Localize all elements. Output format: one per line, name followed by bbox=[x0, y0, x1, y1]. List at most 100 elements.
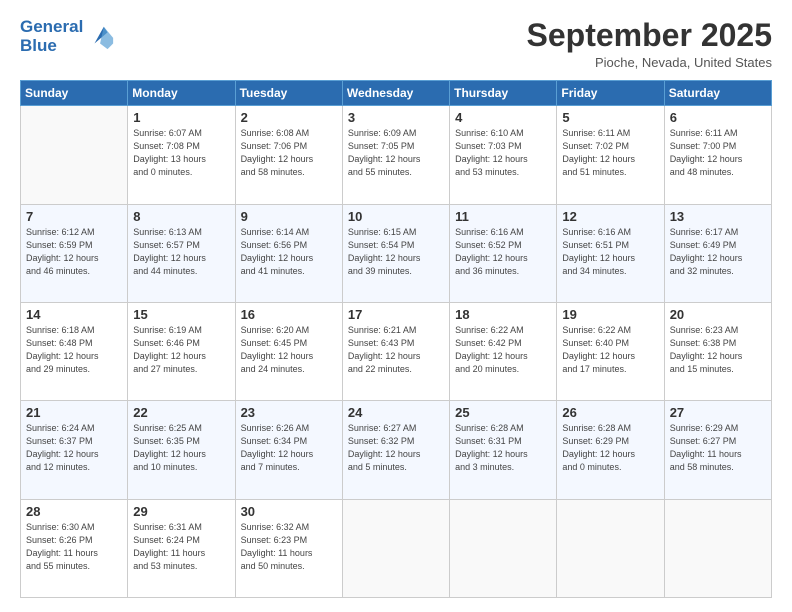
calendar-cell: 12 Sunrise: 6:16 AM Sunset: 6:51 PM Dayli… bbox=[557, 204, 664, 302]
calendar-cell: 7 Sunrise: 6:12 AM Sunset: 6:59 PM Daylig… bbox=[21, 204, 128, 302]
logo-icon bbox=[87, 23, 115, 51]
calendar-week-row: 7 Sunrise: 6:12 AM Sunset: 6:59 PM Daylig… bbox=[21, 204, 772, 302]
day-info: Sunrise: 6:10 AM Sunset: 7:03 PM Dayligh… bbox=[455, 127, 551, 179]
day-number: 23 bbox=[241, 405, 337, 420]
calendar-cell bbox=[450, 499, 557, 597]
logo-text: General Blue bbox=[20, 18, 83, 55]
day-number: 9 bbox=[241, 209, 337, 224]
day-number: 6 bbox=[670, 110, 766, 125]
day-info: Sunrise: 6:28 AM Sunset: 6:29 PM Dayligh… bbox=[562, 422, 658, 474]
calendar-cell: 17 Sunrise: 6:21 AM Sunset: 6:43 PM Dayli… bbox=[342, 302, 449, 400]
day-number: 8 bbox=[133, 209, 229, 224]
calendar-cell: 14 Sunrise: 6:18 AM Sunset: 6:48 PM Dayli… bbox=[21, 302, 128, 400]
calendar-cell: 23Sunrise: 6:26 AM Sunset: 6:34 PM Dayli… bbox=[235, 401, 342, 499]
calendar-week-row: 14 Sunrise: 6:18 AM Sunset: 6:48 PM Dayli… bbox=[21, 302, 772, 400]
day-info: Sunrise: 6:11 AM Sunset: 7:00 PM Dayligh… bbox=[670, 127, 766, 179]
day-info: Sunrise: 6:14 AM Sunset: 6:56 PM Dayligh… bbox=[241, 226, 337, 278]
calendar-table: SundayMondayTuesdayWednesdayThursdayFrid… bbox=[20, 80, 772, 598]
day-number: 18 bbox=[455, 307, 551, 322]
calendar-cell: 24Sunrise: 6:27 AM Sunset: 6:32 PM Dayli… bbox=[342, 401, 449, 499]
day-info: Sunrise: 6:21 AM Sunset: 6:43 PM Dayligh… bbox=[348, 324, 444, 376]
day-number: 27 bbox=[670, 405, 766, 420]
day-number: 10 bbox=[348, 209, 444, 224]
day-number: 15 bbox=[133, 307, 229, 322]
month-title: September 2025 bbox=[527, 18, 772, 53]
day-number: 28 bbox=[26, 504, 122, 519]
weekday-header: Saturday bbox=[664, 81, 771, 106]
calendar-cell: 25Sunrise: 6:28 AM Sunset: 6:31 PM Dayli… bbox=[450, 401, 557, 499]
calendar-header-row: SundayMondayTuesdayWednesdayThursdayFrid… bbox=[21, 81, 772, 106]
calendar-week-row: 1 Sunrise: 6:07 AM Sunset: 7:08 PM Daylig… bbox=[21, 106, 772, 204]
day-info: Sunrise: 6:19 AM Sunset: 6:46 PM Dayligh… bbox=[133, 324, 229, 376]
calendar-cell: 6 Sunrise: 6:11 AM Sunset: 7:00 PM Daylig… bbox=[664, 106, 771, 204]
day-info: Sunrise: 6:22 AM Sunset: 6:40 PM Dayligh… bbox=[562, 324, 658, 376]
calendar-cell: 11 Sunrise: 6:16 AM Sunset: 6:52 PM Dayli… bbox=[450, 204, 557, 302]
calendar-cell: 8 Sunrise: 6:13 AM Sunset: 6:57 PM Daylig… bbox=[128, 204, 235, 302]
calendar-cell: 1 Sunrise: 6:07 AM Sunset: 7:08 PM Daylig… bbox=[128, 106, 235, 204]
calendar-cell bbox=[342, 499, 449, 597]
day-info: Sunrise: 6:09 AM Sunset: 7:05 PM Dayligh… bbox=[348, 127, 444, 179]
calendar-cell: 9 Sunrise: 6:14 AM Sunset: 6:56 PM Daylig… bbox=[235, 204, 342, 302]
day-info: Sunrise: 6:32 AM Sunset: 6:23 PM Dayligh… bbox=[241, 521, 337, 573]
weekday-header: Wednesday bbox=[342, 81, 449, 106]
calendar-week-row: 28 Sunrise: 6:30 AM Sunset: 6:26 PM Dayli… bbox=[21, 499, 772, 597]
day-info: Sunrise: 6:20 AM Sunset: 6:45 PM Dayligh… bbox=[241, 324, 337, 376]
day-info: Sunrise: 6:18 AM Sunset: 6:48 PM Dayligh… bbox=[26, 324, 122, 376]
logo: General Blue bbox=[20, 18, 115, 55]
weekday-header: Tuesday bbox=[235, 81, 342, 106]
day-info: Sunrise: 6:31 AM Sunset: 6:24 PM Dayligh… bbox=[133, 521, 229, 573]
calendar-cell: 20 Sunrise: 6:23 AM Sunset: 6:38 PM Dayli… bbox=[664, 302, 771, 400]
day-number: 30 bbox=[241, 504, 337, 519]
day-number: 14 bbox=[26, 307, 122, 322]
calendar-cell: 30 Sunrise: 6:32 AM Sunset: 6:23 PM Dayli… bbox=[235, 499, 342, 597]
calendar-cell: 13Sunrise: 6:17 AM Sunset: 6:49 PM Dayli… bbox=[664, 204, 771, 302]
calendar-cell: 26Sunrise: 6:28 AM Sunset: 6:29 PM Dayli… bbox=[557, 401, 664, 499]
day-info: Sunrise: 6:16 AM Sunset: 6:52 PM Dayligh… bbox=[455, 226, 551, 278]
day-info: Sunrise: 6:23 AM Sunset: 6:38 PM Dayligh… bbox=[670, 324, 766, 376]
day-number: 12 bbox=[562, 209, 658, 224]
calendar-week-row: 21 Sunrise: 6:24 AM Sunset: 6:37 PM Dayli… bbox=[21, 401, 772, 499]
calendar-cell: 18 Sunrise: 6:22 AM Sunset: 6:42 PM Dayli… bbox=[450, 302, 557, 400]
day-number: 20 bbox=[670, 307, 766, 322]
day-info: Sunrise: 6:22 AM Sunset: 6:42 PM Dayligh… bbox=[455, 324, 551, 376]
calendar-cell: 3 Sunrise: 6:09 AM Sunset: 7:05 PM Daylig… bbox=[342, 106, 449, 204]
weekday-header: Monday bbox=[128, 81, 235, 106]
calendar-cell: 22 Sunrise: 6:25 AM Sunset: 6:35 PM Dayli… bbox=[128, 401, 235, 499]
calendar-cell: 16Sunrise: 6:20 AM Sunset: 6:45 PM Dayli… bbox=[235, 302, 342, 400]
calendar-cell: 4Sunrise: 6:10 AM Sunset: 7:03 PM Daylig… bbox=[450, 106, 557, 204]
day-number: 22 bbox=[133, 405, 229, 420]
calendar-cell: 28 Sunrise: 6:30 AM Sunset: 6:26 PM Dayli… bbox=[21, 499, 128, 597]
day-number: 19 bbox=[562, 307, 658, 322]
calendar-cell: 19 Sunrise: 6:22 AM Sunset: 6:40 PM Dayli… bbox=[557, 302, 664, 400]
day-number: 21 bbox=[26, 405, 122, 420]
day-number: 1 bbox=[133, 110, 229, 125]
day-info: Sunrise: 6:30 AM Sunset: 6:26 PM Dayligh… bbox=[26, 521, 122, 573]
calendar-cell: 29Sunrise: 6:31 AM Sunset: 6:24 PM Dayli… bbox=[128, 499, 235, 597]
day-info: Sunrise: 6:11 AM Sunset: 7:02 PM Dayligh… bbox=[562, 127, 658, 179]
day-number: 7 bbox=[26, 209, 122, 224]
location: Pioche, Nevada, United States bbox=[527, 55, 772, 70]
day-number: 17 bbox=[348, 307, 444, 322]
day-info: Sunrise: 6:07 AM Sunset: 7:08 PM Dayligh… bbox=[133, 127, 229, 179]
calendar-cell: 15 Sunrise: 6:19 AM Sunset: 6:46 PM Dayli… bbox=[128, 302, 235, 400]
day-number: 2 bbox=[241, 110, 337, 125]
calendar-cell: 21 Sunrise: 6:24 AM Sunset: 6:37 PM Dayli… bbox=[21, 401, 128, 499]
day-number: 3 bbox=[348, 110, 444, 125]
day-number: 13 bbox=[670, 209, 766, 224]
calendar-cell bbox=[21, 106, 128, 204]
day-info: Sunrise: 6:13 AM Sunset: 6:57 PM Dayligh… bbox=[133, 226, 229, 278]
page: General Blue September 2025 Pioche, Neva… bbox=[0, 0, 792, 612]
title-block: September 2025 Pioche, Nevada, United St… bbox=[527, 18, 772, 70]
day-info: Sunrise: 6:24 AM Sunset: 6:37 PM Dayligh… bbox=[26, 422, 122, 474]
day-info: Sunrise: 6:12 AM Sunset: 6:59 PM Dayligh… bbox=[26, 226, 122, 278]
day-number: 11 bbox=[455, 209, 551, 224]
day-info: Sunrise: 6:25 AM Sunset: 6:35 PM Dayligh… bbox=[133, 422, 229, 474]
day-number: 5 bbox=[562, 110, 658, 125]
day-info: Sunrise: 6:16 AM Sunset: 6:51 PM Dayligh… bbox=[562, 226, 658, 278]
weekday-header: Sunday bbox=[21, 81, 128, 106]
day-info: Sunrise: 6:08 AM Sunset: 7:06 PM Dayligh… bbox=[241, 127, 337, 179]
day-number: 24 bbox=[348, 405, 444, 420]
day-info: Sunrise: 6:28 AM Sunset: 6:31 PM Dayligh… bbox=[455, 422, 551, 474]
calendar-cell bbox=[557, 499, 664, 597]
header: General Blue September 2025 Pioche, Neva… bbox=[20, 18, 772, 70]
